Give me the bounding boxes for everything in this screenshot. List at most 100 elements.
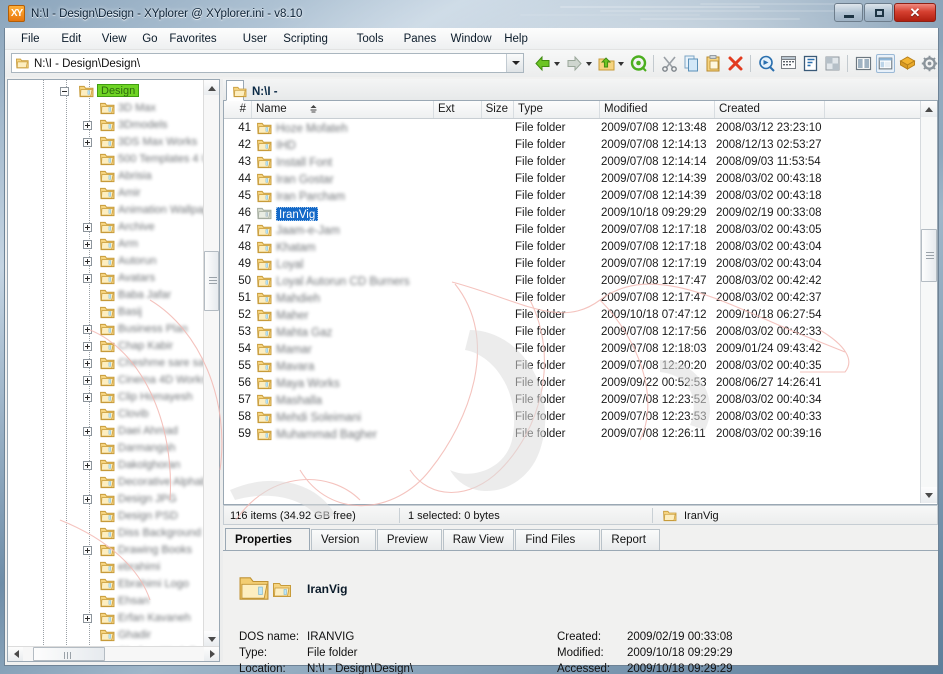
menu-item-tools[interactable]: Tools: [352, 31, 389, 47]
table-row[interactable]: 45 Iran Parcham File folder 2009/07/08 12:1…: [224, 188, 921, 205]
tree-item[interactable]: Ghadir: [118, 629, 151, 642]
tree-item[interactable]: Daei Ahmad: [118, 425, 178, 438]
tree-expand-toggle[interactable]: [83, 274, 92, 283]
refresh-target-icon[interactable]: [629, 54, 648, 73]
tree-item[interactable]: Dakolghoran: [118, 459, 180, 472]
info-tab-raw-view[interactable]: Raw View: [442, 529, 515, 550]
folder-tree-pane[interactable]: Design 3D Max 3Dmodels 3DS Max Works 500 Tem…: [7, 79, 220, 662]
table-row[interactable]: 48 Khatam File folder 2009/07/08 12:17:18 20…: [224, 239, 921, 256]
tree-scroll-thumb[interactable]: [204, 251, 219, 311]
row-name[interactable]: Mashalla: [276, 394, 322, 408]
column-header-ext[interactable]: Ext: [434, 101, 482, 118]
tree-expand-toggle[interactable]: [83, 546, 92, 555]
tree-scroll-left-button[interactable]: [8, 647, 23, 661]
tab-current-folder[interactable]: N:\I - Design\Design: [226, 80, 332, 114]
list-properties-icon[interactable]: [779, 54, 798, 73]
tree-item[interactable]: Clip Homayesh: [118, 391, 193, 404]
delete-icon[interactable]: [726, 54, 745, 73]
row-name[interactable]: Muhammad Bagher: [276, 428, 377, 442]
tree-pane-icon[interactable]: [876, 54, 895, 73]
table-row[interactable]: 59 Muhammad Bagher File folder 2009/07/08 1…: [224, 426, 921, 443]
file-list-vertical-scrollbar[interactable]: [920, 101, 937, 503]
row-name[interactable]: Iran Gostar: [276, 173, 334, 187]
tree-expand-toggle[interactable]: [83, 223, 92, 232]
tree-item[interactable]: Darmangah: [118, 442, 175, 455]
tree-item[interactable]: Basij: [118, 306, 142, 319]
row-name[interactable]: Hoze Mofateh: [276, 122, 348, 136]
address-bar[interactable]: N:\I - Design\Design\: [11, 53, 524, 73]
row-name[interactable]: Install Font: [276, 156, 332, 170]
tree-expand-toggle[interactable]: [83, 393, 92, 402]
tree-expand-toggle[interactable]: [83, 342, 92, 351]
tree-item[interactable]: Ehsan: [118, 595, 149, 608]
catalog-icon[interactable]: [898, 54, 917, 73]
file-list-scroll-thumb[interactable]: [921, 229, 937, 282]
tree-hscroll-thumb[interactable]: [33, 647, 105, 661]
table-row[interactable]: 51 Mahdieh File folder 2009/07/08 12:17:47 2…: [224, 290, 921, 307]
tree-item[interactable]: Avatars: [118, 272, 155, 285]
tree-item[interactable]: Design JPG: [118, 493, 177, 506]
tree-item[interactable]: Clovib: [118, 408, 149, 421]
table-row[interactable]: 42 IHD File folder 2009/07/08 12:14:13 2008/…: [224, 137, 921, 154]
table-row[interactable]: 57 Mashalla File folder 2009/07/08 12:23:52…: [224, 392, 921, 409]
tree-horizontal-scrollbar[interactable]: [8, 646, 219, 661]
tree-expand-toggle[interactable]: [83, 376, 92, 385]
close-button[interactable]: [894, 3, 936, 22]
table-row[interactable]: 58 Mehdi Soleimani File folder 2009/07/08 1…: [224, 409, 921, 426]
info-tab-report[interactable]: Report: [601, 529, 660, 550]
info-tab-find-files[interactable]: Find Files: [515, 529, 601, 550]
menu-item-panes[interactable]: Panes: [399, 31, 442, 47]
row-name[interactable]: Mehdi Soleimani: [276, 411, 361, 425]
table-row[interactable]: 47 Jaam-e-Jam File folder 2009/07/08 12:17:…: [224, 222, 921, 239]
row-name[interactable]: IranVig: [276, 207, 319, 221]
info-tab-properties[interactable]: Properties: [225, 528, 310, 551]
menu-item-favorites[interactable]: Favorites: [164, 31, 221, 47]
paste-icon[interactable]: [704, 54, 723, 73]
tree-scroll-down-button[interactable]: [204, 631, 219, 646]
row-name[interactable]: Khatam: [276, 241, 316, 255]
row-name[interactable]: Mahta Gaz: [276, 326, 332, 340]
menu-item-go[interactable]: Go: [137, 31, 162, 47]
tree-item[interactable]: 3Dmodels: [118, 119, 168, 132]
address-dropdown-button[interactable]: [506, 54, 523, 72]
table-row[interactable]: 46 IranVig File folder 2009/10/18 09:29:29 2…: [224, 205, 921, 222]
table-row[interactable]: 43 Install Font File folder 2009/07/08 12:1…: [224, 154, 921, 171]
up-folder-icon[interactable]: [597, 54, 616, 73]
tree-expand-toggle[interactable]: [83, 257, 92, 266]
menu-item-window[interactable]: Window: [446, 31, 497, 47]
tree-item[interactable]: Abrisia: [118, 170, 152, 183]
row-name[interactable]: Loyal: [276, 258, 304, 272]
find-files-icon[interactable]: [801, 54, 820, 73]
column-header-size[interactable]: Size: [482, 101, 514, 118]
menu-item-file[interactable]: File: [16, 31, 45, 47]
copy-icon[interactable]: [682, 54, 701, 73]
dual-pane-icon[interactable]: [854, 54, 873, 73]
menu-item-help[interactable]: Help: [499, 31, 533, 47]
column-header-name[interactable]: Name: [252, 101, 434, 118]
tree-item[interactable]: ebrahimi: [118, 561, 160, 574]
table-row[interactable]: 54 Mamar File folder 2009/07/08 12:18:03 200…: [224, 341, 921, 358]
back-dropdown-icon[interactable]: [554, 62, 561, 67]
tree-vertical-scrollbar[interactable]: [203, 80, 219, 646]
tree-item[interactable]: Design PSD: [118, 510, 178, 523]
row-name[interactable]: Maya Works: [276, 377, 340, 391]
tree-scroll-up-button[interactable]: [204, 80, 219, 95]
tree-item[interactable]: Decorative Alphabs: [118, 476, 204, 489]
find-icon[interactable]: [757, 54, 776, 73]
row-name[interactable]: Maher: [276, 309, 309, 323]
tree-item[interactable]: 3DS Max Works: [118, 136, 197, 149]
tree-item[interactable]: Autorun: [118, 255, 157, 268]
table-row[interactable]: 44 Iran Gostar File folder 2009/07/08 12:14…: [224, 171, 921, 188]
info-tab-version[interactable]: Version: [311, 529, 376, 550]
table-row[interactable]: 52 Maher File folder 2009/10/18 07:47:12 200…: [224, 307, 921, 324]
table-row[interactable]: 53 Mahta Gaz File folder 2009/07/08 12:17:5…: [224, 324, 921, 341]
tree-item[interactable]: Animation Wallpaper: [118, 204, 204, 217]
menu-item-view[interactable]: View: [97, 31, 132, 47]
tree-item[interactable]: Amir: [118, 187, 141, 200]
menu-item-user[interactable]: User: [238, 31, 272, 47]
column-header-num[interactable]: #: [224, 101, 252, 118]
configuration-icon[interactable]: [920, 54, 939, 73]
tree-expand-toggle[interactable]: [83, 240, 92, 249]
tree-expand-toggle[interactable]: [83, 427, 92, 436]
tree-expand-toggle[interactable]: [83, 461, 92, 470]
